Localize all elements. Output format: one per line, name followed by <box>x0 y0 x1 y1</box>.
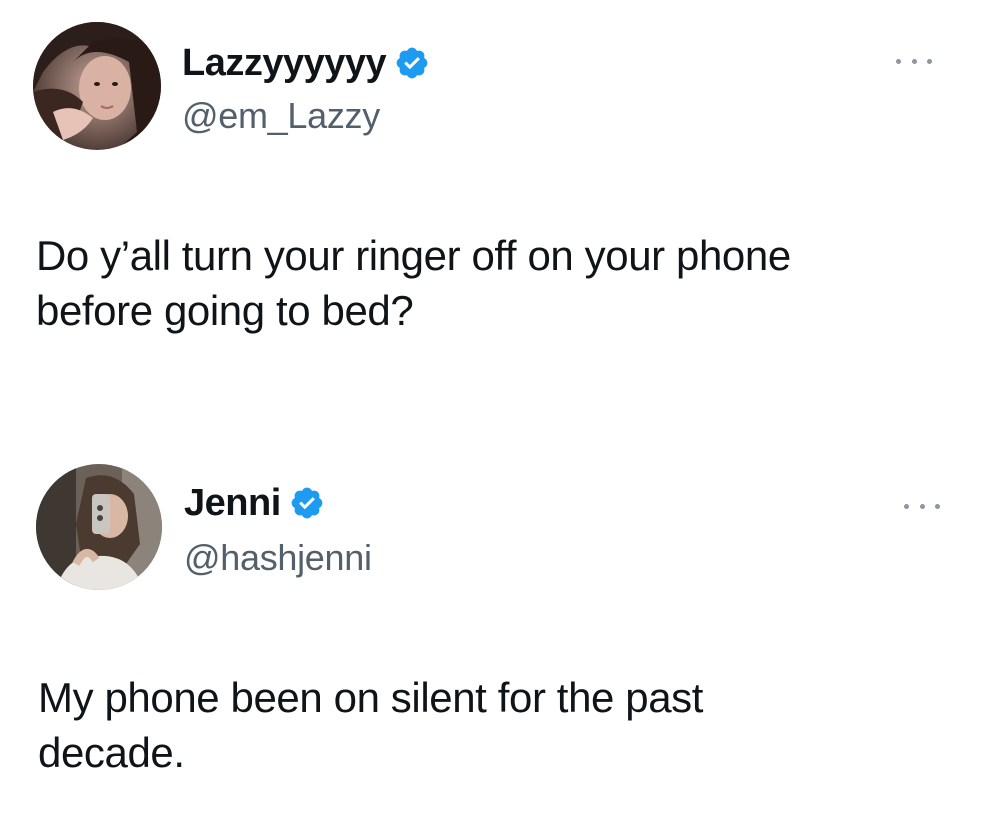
handle[interactable]: @hashjenni <box>184 536 372 580</box>
display-name[interactable]: Lazzyyyyyy <box>182 40 387 86</box>
tweet-text: Do y’all turn your ringer off on your ph… <box>36 228 956 338</box>
more-options-icon[interactable] <box>904 500 940 512</box>
avatar[interactable] <box>36 464 162 590</box>
verified-badge-icon <box>289 485 325 521</box>
verified-badge-icon <box>394 45 430 81</box>
tweet-text-line: before going to bed? <box>36 287 414 334</box>
tweet-text-line: My phone been on silent for the past <box>38 674 704 721</box>
avatar[interactable] <box>33 22 161 150</box>
avatar-photo <box>36 464 162 590</box>
more-options-icon[interactable] <box>896 55 932 67</box>
tweet-text-line: Do y’all turn your ringer off on your ph… <box>36 232 791 279</box>
avatar-photo <box>33 22 161 150</box>
tweet-text: My phone been on silent for the past dec… <box>38 670 958 780</box>
tweet-text-line: decade. <box>38 729 185 776</box>
handle[interactable]: @em_Lazzy <box>182 94 380 138</box>
author-row: Jenni <box>184 480 325 526</box>
author-row: Lazzyyyyyy <box>182 40 430 86</box>
display-name[interactable]: Jenni <box>184 480 281 526</box>
